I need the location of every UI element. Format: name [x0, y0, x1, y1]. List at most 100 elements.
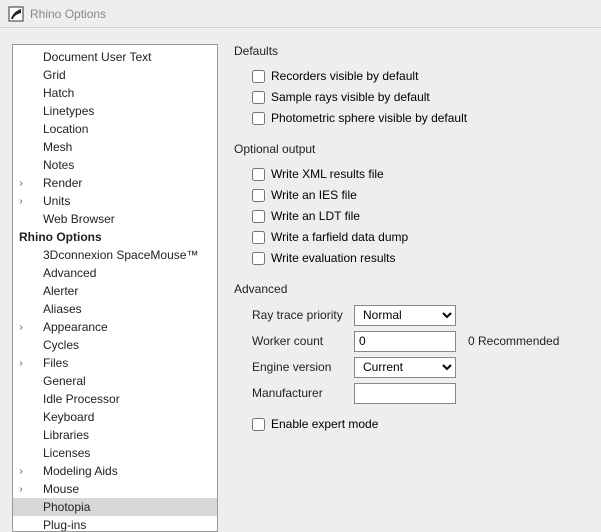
- recorders-visible-row[interactable]: Recorders visible by default: [252, 66, 595, 86]
- write-eval-checkbox[interactable]: [252, 252, 265, 265]
- tree-item-label: Web Browser: [41, 212, 117, 226]
- tree-item[interactable]: Rhino Options: [13, 228, 217, 246]
- photometric-visible-label: Photometric sphere visible by default: [271, 111, 467, 125]
- section-defaults-title: Defaults: [234, 44, 595, 58]
- tree-item-label: Rhino Options: [17, 230, 104, 244]
- section-optional-title: Optional output: [234, 142, 595, 156]
- write-farfield-row[interactable]: Write a farfield data dump: [252, 227, 595, 247]
- tree-item-label: Units: [41, 194, 72, 208]
- manufacturer-label: Manufacturer: [252, 386, 348, 400]
- chevron-right-icon[interactable]: ›: [15, 196, 27, 207]
- tree-item-label: Advanced: [41, 266, 98, 280]
- write-ldt-label: Write an LDT file: [271, 209, 360, 223]
- tree-item-label: Linetypes: [41, 104, 96, 118]
- tree-item[interactable]: Document User Text: [13, 48, 217, 66]
- chevron-right-icon[interactable]: ›: [15, 484, 27, 495]
- tree-item-label: Render: [41, 176, 84, 190]
- expert-mode-checkbox[interactable]: [252, 418, 265, 431]
- tree-item-label: Mouse: [41, 482, 81, 496]
- tree-item[interactable]: Location: [13, 120, 217, 138]
- tree-item[interactable]: Hatch: [13, 84, 217, 102]
- photometric-visible-row[interactable]: Photometric sphere visible by default: [252, 108, 595, 128]
- write-ies-checkbox[interactable]: [252, 189, 265, 202]
- tree-item[interactable]: Plug-ins: [13, 516, 217, 532]
- worker-count-hint: 0 Recommended: [468, 334, 559, 348]
- sample-rays-visible-checkbox[interactable]: [252, 91, 265, 104]
- write-ldt-row[interactable]: Write an LDT file: [252, 206, 595, 226]
- tree-item[interactable]: › Appearance: [13, 318, 217, 336]
- tree-item[interactable]: Idle Processor: [13, 390, 217, 408]
- write-farfield-checkbox[interactable]: [252, 231, 265, 244]
- tree-item-label: General: [41, 374, 88, 388]
- ray-priority-label: Ray trace priority: [252, 308, 348, 322]
- tree-item[interactable]: Aliases: [13, 300, 217, 318]
- photometric-visible-checkbox[interactable]: [252, 112, 265, 125]
- tree-item-label: Plug-ins: [41, 518, 88, 532]
- tree-item[interactable]: › Mouse: [13, 480, 217, 498]
- chevron-right-icon[interactable]: ›: [15, 322, 27, 333]
- tree-item-label: Grid: [41, 68, 68, 82]
- write-ldt-checkbox[interactable]: [252, 210, 265, 223]
- titlebar: Rhino Options: [0, 0, 601, 28]
- chevron-right-icon[interactable]: ›: [15, 466, 27, 477]
- tree-item[interactable]: Photopia: [13, 498, 217, 516]
- tree-item-label: Aliases: [41, 302, 84, 316]
- tree-item[interactable]: Libraries: [13, 426, 217, 444]
- tree-item[interactable]: Web Browser: [13, 210, 217, 228]
- app-icon: [8, 6, 24, 22]
- expert-mode-label: Enable expert mode: [271, 417, 378, 431]
- tree-item-label: Appearance: [41, 320, 110, 334]
- tree-item-label: Modeling Aids: [41, 464, 120, 478]
- expert-mode-row[interactable]: Enable expert mode: [252, 414, 595, 434]
- tree-item-label: Document User Text: [41, 50, 154, 64]
- write-ies-row[interactable]: Write an IES file: [252, 185, 595, 205]
- tree-item[interactable]: 3Dconnexion SpaceMouse™: [13, 246, 217, 264]
- worker-count-input[interactable]: [354, 331, 456, 352]
- recorders-visible-label: Recorders visible by default: [271, 69, 418, 83]
- write-eval-label: Write evaluation results: [271, 251, 396, 265]
- tree-item-label: Cycles: [41, 338, 81, 352]
- tree-item[interactable]: Linetypes: [13, 102, 217, 120]
- window-title: Rhino Options: [30, 7, 106, 21]
- write-farfield-label: Write a farfield data dump: [271, 230, 408, 244]
- tree-item-label: Libraries: [41, 428, 91, 442]
- tree-item-label: Notes: [41, 158, 76, 172]
- recorders-visible-checkbox[interactable]: [252, 70, 265, 83]
- tree-item-label: Files: [41, 356, 70, 370]
- write-xml-checkbox[interactable]: [252, 168, 265, 181]
- tree-item-label: Licenses: [41, 446, 92, 460]
- chevron-right-icon[interactable]: ›: [15, 358, 27, 369]
- write-xml-label: Write XML results file: [271, 167, 384, 181]
- tree-item[interactable]: Notes: [13, 156, 217, 174]
- tree-item-label: 3Dconnexion SpaceMouse™: [41, 248, 200, 262]
- options-tree[interactable]: Document User Text Grid Hatch Linetypes Loca…: [12, 44, 218, 532]
- tree-item[interactable]: Licenses: [13, 444, 217, 462]
- tree-item-label: Location: [41, 122, 90, 136]
- tree-item[interactable]: Mesh: [13, 138, 217, 156]
- chevron-right-icon[interactable]: ›: [15, 178, 27, 189]
- sample-rays-visible-row[interactable]: Sample rays visible by default: [252, 87, 595, 107]
- tree-item[interactable]: Advanced: [13, 264, 217, 282]
- tree-item[interactable]: › Units: [13, 192, 217, 210]
- ray-priority-select[interactable]: Normal: [354, 305, 456, 326]
- tree-item[interactable]: Cycles: [13, 336, 217, 354]
- worker-count-label: Worker count: [252, 334, 348, 348]
- sample-rays-visible-label: Sample rays visible by default: [271, 90, 430, 104]
- tree-item[interactable]: › Modeling Aids: [13, 462, 217, 480]
- tree-item[interactable]: › Files: [13, 354, 217, 372]
- tree-item[interactable]: › Render: [13, 174, 217, 192]
- tree-item-label: Keyboard: [41, 410, 96, 424]
- write-xml-row[interactable]: Write XML results file: [252, 164, 595, 184]
- tree-item[interactable]: General: [13, 372, 217, 390]
- tree-item[interactable]: Keyboard: [13, 408, 217, 426]
- write-ies-label: Write an IES file: [271, 188, 357, 202]
- write-eval-row[interactable]: Write evaluation results: [252, 248, 595, 268]
- engine-version-label: Engine version: [252, 360, 348, 374]
- manufacturer-input[interactable]: [354, 383, 456, 404]
- tree-item-label: Mesh: [41, 140, 74, 154]
- options-panel: Defaults Recorders visible by default Sa…: [230, 44, 599, 532]
- tree-item-label: Hatch: [41, 86, 76, 100]
- engine-version-select[interactable]: Current: [354, 357, 456, 378]
- tree-item[interactable]: Alerter: [13, 282, 217, 300]
- tree-item[interactable]: Grid: [13, 66, 217, 84]
